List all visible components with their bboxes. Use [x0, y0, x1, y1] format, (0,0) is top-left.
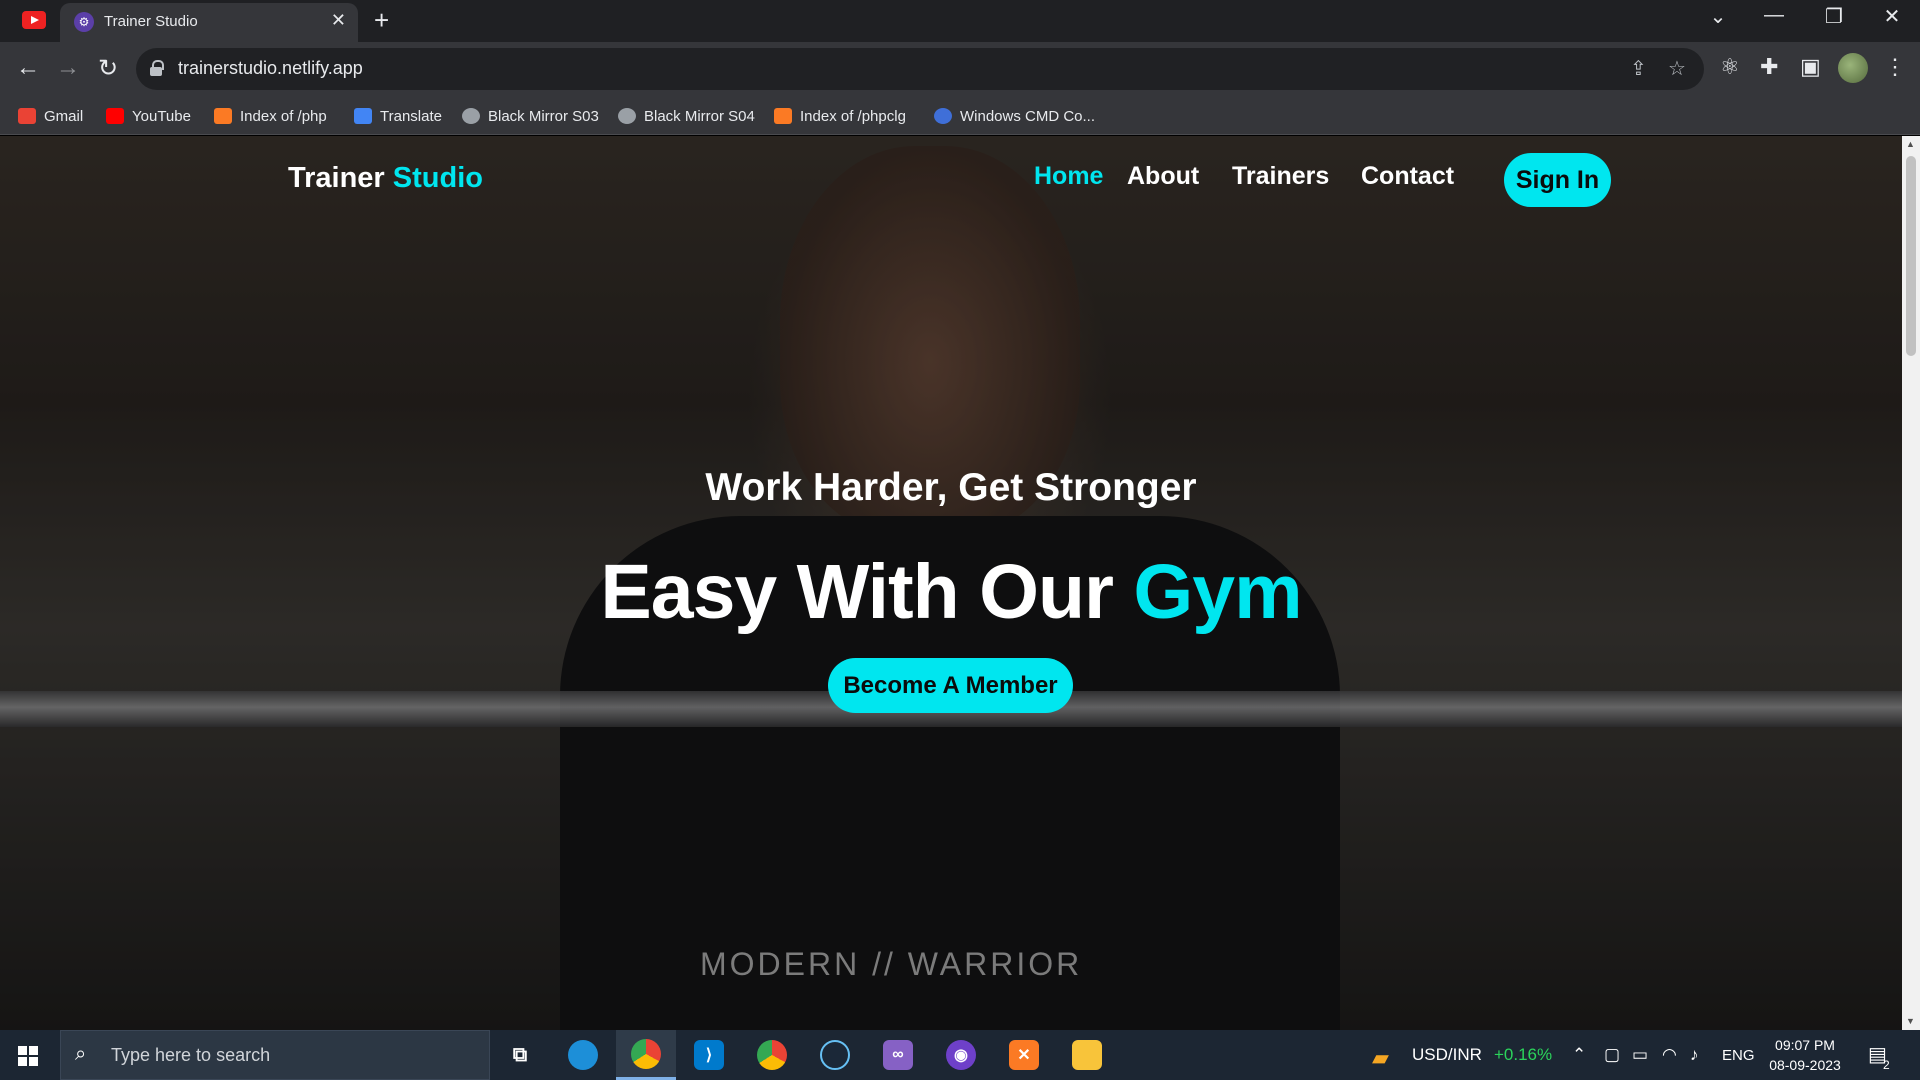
scroll-down-icon[interactable]: ▼ [1906, 1016, 1915, 1026]
windows-taskbar: ⌕ Type here to search ⧉ ⟩ ∞ ◉ ✕ ▰ USD/IN… [0, 1030, 1920, 1080]
hero-section: Trainer Studio Home About Trainers Conta… [0, 136, 1902, 1030]
tab-title: Trainer Studio [104, 13, 198, 30]
clock-time: 09:07 PM [1775, 1037, 1835, 1053]
hero-subtitle: Work Harder, Get Stronger [705, 466, 1197, 509]
bookmark-black-mirror-s04[interactable]: Black Mirror S04 [618, 105, 755, 127]
hero-title-accent: Gym [1133, 549, 1302, 635]
bookmark-label: Gmail [44, 107, 84, 125]
taskbar-search-box[interactable]: ⌕ Type here to search [60, 1030, 490, 1080]
file-explorer-icon[interactable] [1057, 1030, 1117, 1080]
bookmarks-bar: Gmail YouTube Index of /php Translate Bl… [0, 97, 1920, 135]
notification-count: 2 [1883, 1058, 1890, 1072]
logo-main: Trainer [288, 162, 385, 194]
scroll-up-icon[interactable]: ▲ [1906, 139, 1915, 149]
volume-icon[interactable]: ♪ [1690, 1045, 1699, 1065]
chrome-icon[interactable] [616, 1030, 676, 1080]
site-favicon-icon: ⚙ [74, 12, 94, 32]
meet-now-icon[interactable]: ▢ [1604, 1045, 1620, 1065]
shirt-print-text: MODERN // WARRIOR [700, 946, 1083, 982]
close-window-button[interactable]: ✕ [1864, 4, 1920, 29]
wifi-icon[interactable]: ◠ [1662, 1045, 1677, 1065]
bookmark-label: Black Mirror S03 [488, 107, 599, 125]
vscode-icon[interactable]: ⟩ [679, 1030, 739, 1080]
nav-contact[interactable]: Contact [1361, 162, 1454, 191]
bookmark-star-icon[interactable]: ☆ [1668, 56, 1686, 81]
globe-icon [618, 108, 636, 124]
ticker-icon[interactable]: ▰ [1372, 1045, 1389, 1071]
visual-studio-icon[interactable]: ∞ [868, 1030, 928, 1080]
back-button[interactable]: ← [12, 54, 44, 82]
globe-icon [462, 108, 480, 124]
sign-in-button[interactable]: Sign In [1504, 153, 1611, 207]
gmail-icon [18, 108, 36, 124]
xampp-icon [214, 108, 232, 124]
hero-title-main: Easy With Our [600, 549, 1114, 635]
share-icon[interactable]: ⇪ [1630, 56, 1647, 81]
browser-toolbar: ← → ↻ trainerstudio.netlify.app ⇪ ☆ ⚛ ✚ … [0, 42, 1920, 97]
extensions-puzzle-icon[interactable]: ✚ [1760, 54, 1778, 80]
bookmark-index-phpclg[interactable]: Index of /phpclg [774, 105, 906, 127]
site-navbar: Trainer Studio Home About Trainers Conta… [0, 136, 1902, 226]
battery-icon[interactable]: ▭ [1632, 1045, 1648, 1065]
bookmark-gmail[interactable]: Gmail [18, 105, 83, 127]
lock-icon[interactable] [150, 60, 164, 76]
system-clock[interactable]: 09:07 PM 08-09-2023 [1760, 1035, 1850, 1075]
youtube-icon [106, 108, 124, 124]
show-hidden-icons-icon[interactable]: ⌃ [1572, 1045, 1586, 1065]
bookmark-translate[interactable]: Translate [354, 105, 442, 127]
close-tab-icon[interactable]: ✕ [331, 10, 346, 31]
new-tab-button[interactable]: + [374, 5, 389, 36]
forward-button[interactable]: → [52, 54, 84, 82]
nav-home[interactable]: Home [1034, 162, 1103, 191]
nav-about[interactable]: About [1127, 162, 1199, 191]
bookmark-label: YouTube [132, 107, 191, 125]
tab-search-chevron-icon[interactable]: ⌄ [1690, 4, 1746, 29]
react-devtools-icon[interactable]: ⚛ [1720, 54, 1740, 80]
url-text[interactable]: trainerstudio.netlify.app [178, 58, 363, 79]
restore-button[interactable]: ❐ [1806, 4, 1862, 29]
hero-title: Easy With Our Gym [0, 548, 1902, 637]
youtube-pinned-tab-icon[interactable] [22, 11, 46, 29]
steam-icon[interactable] [805, 1030, 865, 1080]
task-view-icon[interactable]: ⧉ [490, 1030, 550, 1080]
active-tab[interactable]: ⚙ Trainer Studio ✕ [60, 3, 358, 42]
reload-button[interactable]: ↻ [92, 54, 124, 83]
site-logo[interactable]: Trainer Studio [288, 162, 483, 195]
become-member-button[interactable]: Become A Member [828, 658, 1073, 713]
ticker-change[interactable]: +0.16% [1494, 1045, 1552, 1065]
clock-date: 08-09-2023 [1769, 1057, 1841, 1073]
bookmark-label: Windows CMD Co... [960, 107, 1096, 125]
nav-trainers[interactable]: Trainers [1232, 162, 1329, 191]
bookmark-label: Index of /phpclg [800, 107, 906, 125]
search-icon: ⌕ [75, 1043, 87, 1065]
bookmark-label: Translate [380, 107, 442, 125]
chrome-profile-icon[interactable] [742, 1030, 802, 1080]
bookmark-label: Black Mirror S04 [644, 107, 755, 125]
taskbar-search-placeholder: Type here to search [111, 1045, 271, 1065]
side-panel-icon[interactable]: ▣ [1800, 54, 1821, 80]
windows-start-icon[interactable] [18, 1046, 38, 1066]
profile-avatar[interactable] [1838, 53, 1868, 83]
logo-accent: Studio [392, 162, 483, 194]
scroll-thumb[interactable] [1906, 156, 1916, 356]
address-bar[interactable]: trainerstudio.netlify.app ⇪ ☆ [136, 48, 1704, 90]
ticker-label[interactable]: USD/INR [1412, 1045, 1482, 1065]
bookmark-youtube[interactable]: YouTube [106, 105, 191, 127]
bookmark-windows-cmd[interactable]: Windows CMD Co... [934, 105, 1095, 127]
minimize-button[interactable]: — [1746, 4, 1802, 27]
github-desktop-icon[interactable]: ◉ [931, 1030, 991, 1080]
xampp-icon[interactable]: ✕ [994, 1030, 1054, 1080]
chrome-menu-icon[interactable]: ⋮ [1884, 54, 1906, 80]
bookmark-label: Index of /php [240, 107, 327, 125]
browser-tab-strip: ⚙ Trainer Studio ✕ + ⌄ — ❐ ✕ [0, 0, 1920, 42]
xampp-icon [774, 108, 792, 124]
page-scrollbar[interactable]: ▲ ▼ [1902, 136, 1920, 1030]
language-indicator[interactable]: ENG [1722, 1047, 1755, 1064]
site-icon [934, 108, 952, 124]
translate-icon [354, 108, 372, 124]
bookmark-index-php[interactable]: Index of /php [214, 105, 327, 127]
bookmark-black-mirror-s03[interactable]: Black Mirror S03 [462, 105, 599, 127]
edge-icon[interactable] [553, 1030, 613, 1080]
